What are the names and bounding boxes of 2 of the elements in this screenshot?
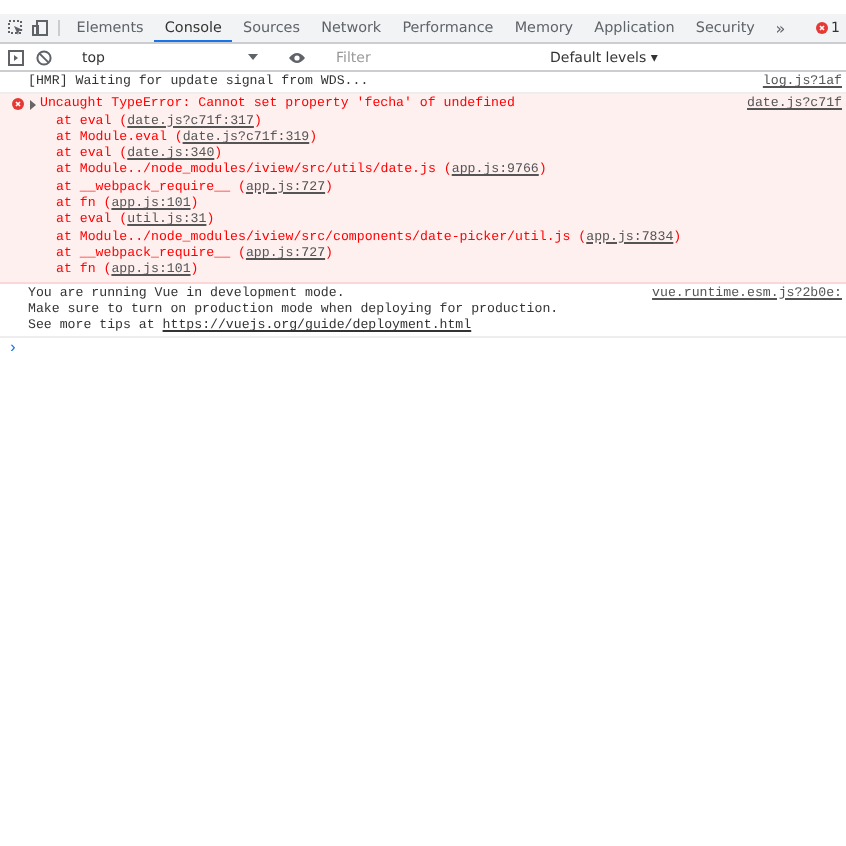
prompt-icon: ›	[0, 338, 846, 361]
more-tabs-button[interactable]: »	[765, 14, 796, 42]
